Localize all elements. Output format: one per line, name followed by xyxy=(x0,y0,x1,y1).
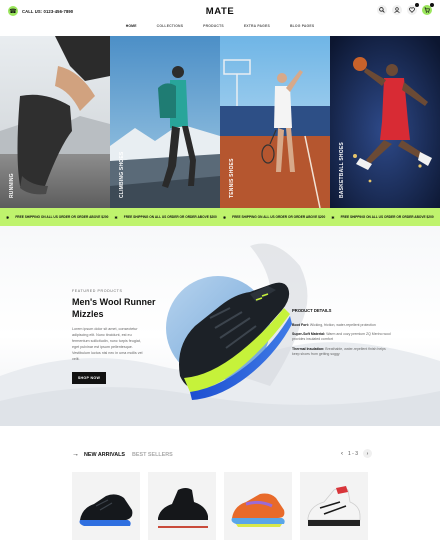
marquee-text: FREE SHIPPING ON ALL US ORDER OR ORDER A… xyxy=(340,215,434,219)
hero-label-tennis: TENNIS SHOES xyxy=(229,158,235,198)
detail-item: Thermal Insulation: Breathable, water-re… xyxy=(292,347,392,357)
running-image xyxy=(0,36,110,208)
detail-label: Super-Soft Material: xyxy=(292,332,326,337)
nav-collections[interactable]: COLLECTIONS xyxy=(157,24,184,28)
product-details-title: PRODUCT DETAILS xyxy=(292,308,332,313)
user-icon[interactable] xyxy=(392,5,402,15)
site-header: ☎ CALL US: 0123-456-7890 MATE HOME COLLE… xyxy=(0,0,440,36)
hero-panel-tennis[interactable]: TENNIS SHOES xyxy=(220,36,330,208)
tab-best-sellers[interactable]: BEST SELLERS xyxy=(132,452,173,458)
hero-banner: RUNNING CLIMBING SHOES TENNIS SHOES BASK… xyxy=(0,36,440,208)
product-image xyxy=(231,493,285,527)
basketball-image xyxy=(330,36,440,208)
pager-text: 1 - 3 xyxy=(347,450,358,457)
shop-now-button[interactable]: SHOP NOW xyxy=(72,372,106,384)
product-card[interactable] xyxy=(148,472,216,540)
hero-panel-climbing[interactable]: CLIMBING SHOES xyxy=(110,36,220,208)
star-icon: ✱ xyxy=(222,214,227,220)
nav-extra-pages[interactable]: EXTRA PAGES xyxy=(244,24,270,28)
product-image xyxy=(79,494,133,526)
featured-tag: FEATURED PRODUCTS xyxy=(72,289,123,293)
star-icon: ✱ xyxy=(6,214,10,220)
product-image xyxy=(307,486,361,526)
marquee-text: FREE SHIPPING ON ALL US ORDER OR ORDER A… xyxy=(232,215,326,219)
cart-icon[interactable] xyxy=(422,3,434,15)
tennis-image xyxy=(220,36,330,208)
climbing-image xyxy=(110,36,220,208)
star-icon: ✱ xyxy=(114,214,118,220)
marquee-text: FREE SHIPPING ON ALL US ORDER OR ORDER A… xyxy=(15,215,109,219)
product-card[interactable] xyxy=(72,472,140,540)
product-card[interactable] xyxy=(224,472,292,540)
product-details-list: Boot Fort: Wicking, friction, water-repe… xyxy=(292,323,392,361)
arrow-right-icon: → xyxy=(72,451,79,458)
product-image xyxy=(158,488,208,528)
page: ☎ CALL US: 0123-456-7890 MATE HOME COLLE… xyxy=(0,0,440,540)
wishlist-badge xyxy=(415,3,419,7)
detail-label: Thermal Insulation: xyxy=(292,346,325,351)
detail-text: Wicking, friction, water-repellent prote… xyxy=(308,323,376,327)
search-icon[interactable] xyxy=(377,5,387,15)
wishlist-icon[interactable] xyxy=(407,3,419,15)
cart-badge xyxy=(430,3,434,7)
product-card[interactable] xyxy=(300,472,368,540)
featured-product-section: FEATURED PRODUCTS Men's Wool Runner Mizz… xyxy=(0,226,440,426)
star-icon: ✱ xyxy=(331,214,335,220)
hero-label-climbing: CLIMBING SHOES xyxy=(119,151,125,198)
detail-label: Boot Fort: xyxy=(292,323,309,327)
nav-home[interactable]: HOME xyxy=(126,24,137,28)
shipping-marquee: ✱ FREE SHIPPING ON ALL US ORDER OR ORDER… xyxy=(0,208,440,226)
hero-label-basketball: BASKETBALL SHOES xyxy=(339,142,345,198)
prev-arrow-icon[interactable]: ‹ xyxy=(341,451,343,457)
detail-item: Super-Soft Material: Warm and cozy premi… xyxy=(292,332,392,342)
carousel-pager: ‹ 1 - 3 › xyxy=(341,449,372,458)
product-carousel xyxy=(72,472,368,540)
tab-new-arrivals[interactable]: NEW ARRIVALS xyxy=(84,452,125,458)
next-arrow-icon[interactable]: › xyxy=(363,449,372,458)
main-nav: HOME COLLECTIONS PRODUCTS EXTRA PAGES BL… xyxy=(0,24,440,28)
nav-blog-pages[interactable]: BLOG PAGES xyxy=(290,24,314,28)
hero-panel-basketball[interactable]: BASKETBALL SHOES xyxy=(330,36,440,208)
header-icons xyxy=(377,3,434,15)
hero-label-running: RUNNING xyxy=(9,173,15,198)
site-logo[interactable]: MATE xyxy=(0,6,440,17)
hero-panel-running[interactable]: RUNNING xyxy=(0,36,110,208)
arrivals-header: → NEW ARRIVALS BEST SELLERS ‹ 1 - 3 › xyxy=(72,449,372,461)
nav-products[interactable]: PRODUCTS xyxy=(203,24,224,28)
marquee-text: FREE SHIPPING ON ALL US ORDER OR ORDER A… xyxy=(123,215,217,219)
featured-description: Lorem ipsum dolor sit amet, consectetur … xyxy=(72,327,143,361)
detail-item: Boot Fort: Wicking, friction, water-repe… xyxy=(292,323,392,328)
